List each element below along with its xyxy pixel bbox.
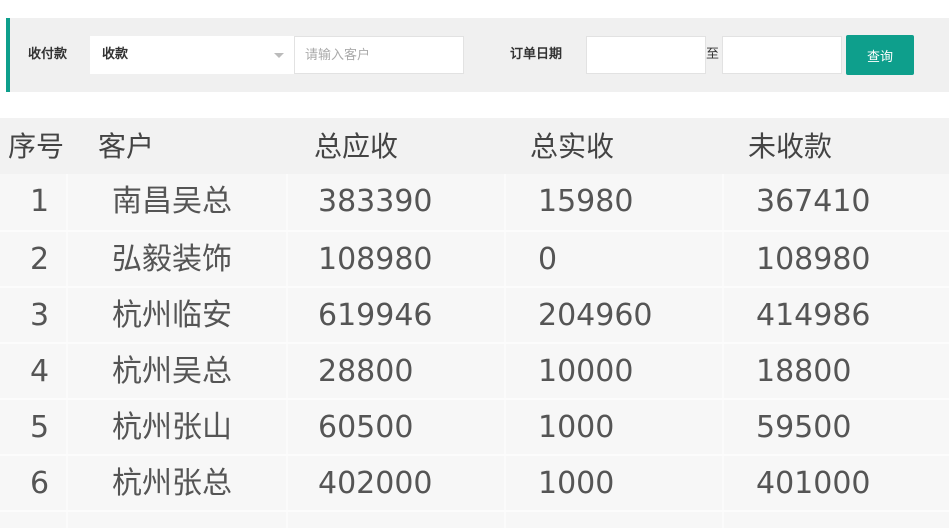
cell-unreceived: 401000 [756,466,871,501]
cell-customer: 杭州张山 [112,410,232,445]
header-index: 序号 [8,130,65,163]
cell-total-received: 10000 [538,354,634,389]
cell-unreceived: 367410 [756,184,871,219]
cell-total-received: 1000 [538,410,615,445]
cell-total-due: 402000 [318,466,433,501]
order-date-label: 订单日期 [510,47,563,62]
table-header: 序号 客户 总应收 总实收 未收款 [0,118,949,174]
header-unreceived: 未收款 [748,130,833,163]
cell-total-received: 15980 [538,184,634,219]
cell-unreceived: 18800 [756,354,852,389]
cell-index: 2 [30,242,50,277]
payment-type-value: 收款 [102,47,129,62]
cell-total-due: 28800 [318,354,414,389]
query-button[interactable]: 查询 [846,35,914,75]
customer-search-input[interactable] [294,36,464,74]
cell-customer: 杭州吴总 [112,354,232,389]
cell-customer: 杭州临安 [112,298,232,333]
cell-total-due: 619946 [318,298,433,333]
cell-customer: 杭州张总 [112,466,232,501]
cell-customer: 弘毅装饰 [112,242,232,277]
filter-accent-bar [6,18,10,92]
cell-total-received: 0 [538,242,558,277]
cell-index: 5 [30,410,50,445]
payment-type-select[interactable]: 收款 [90,36,294,74]
header-total-due: 总应收 [314,130,399,163]
table-row[interactable]: 5 杭州张山 60500 1000 59500 [0,400,949,456]
cell-index: 4 [30,354,50,389]
filter-bar: 收付款 收款 订单日期 至 查询 [6,18,949,92]
table-row[interactable]: 6 杭州张总 402000 1000 401000 [0,456,949,512]
cell-total-received: 1000 [538,466,615,501]
table-row[interactable]: 2 弘毅装饰 108980 0 108980 [0,232,949,288]
cell-unreceived: 59500 [756,410,852,445]
table-row[interactable]: 1 南昌吴总 383390 15980 367410 [0,174,949,230]
table-row[interactable]: 4 杭州吴总 28800 10000 18800 [0,344,949,400]
cell-unreceived: 414986 [756,298,871,333]
header-total-received: 总实收 [530,130,615,163]
end-date-input[interactable] [722,36,842,74]
table-row[interactable]: 3 杭州临安 619946 204960 414986 [0,288,949,344]
cell-index: 3 [30,298,50,333]
cell-unreceived: 108980 [756,242,871,277]
page: 收付款 收款 订单日期 至 查询 序号 客户 总应收 总实收 未收款 1 南昌吴… [0,0,949,528]
start-date-input[interactable] [586,36,706,74]
cell-index: 1 [30,184,50,219]
payment-type-label: 收付款 [28,47,68,62]
summary-table: 序号 客户 总应收 总实收 未收款 1 南昌吴总 383390 15980 36… [0,118,949,528]
row-divider [0,510,949,512]
cell-customer: 南昌吴总 [112,184,232,219]
cell-total-due: 383390 [318,184,433,219]
header-customer: 客户 [98,130,155,163]
cell-total-received: 204960 [538,298,653,333]
chevron-down-icon [274,53,284,58]
cell-index: 6 [30,466,50,501]
date-to-label: 至 [706,47,720,62]
cell-total-due: 108980 [318,242,433,277]
cell-total-due: 60500 [318,410,414,445]
